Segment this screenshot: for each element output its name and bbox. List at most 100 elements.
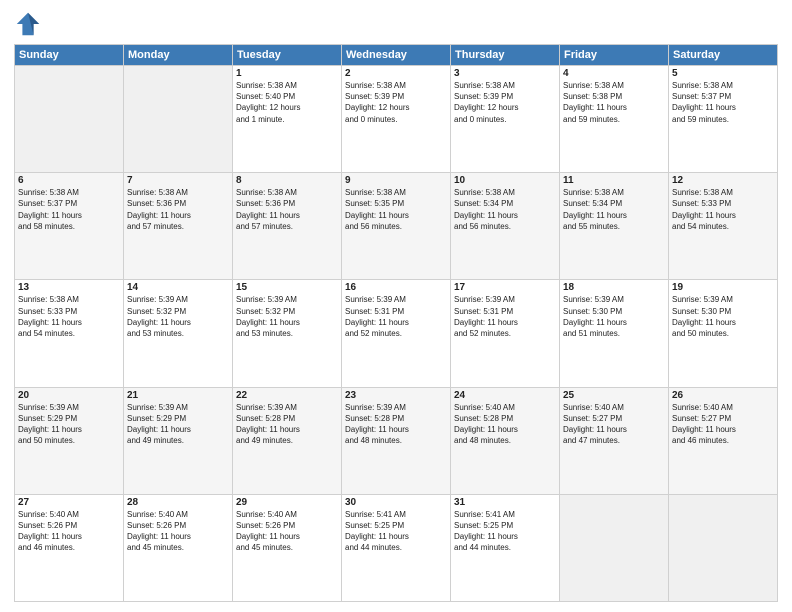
column-header-wednesday: Wednesday [342, 45, 451, 66]
day-number: 30 [345, 497, 447, 508]
day-info: Sunrise: 5:38 AM Sunset: 5:36 PM Dayligh… [127, 187, 229, 232]
calendar-cell: 30Sunrise: 5:41 AM Sunset: 5:25 PM Dayli… [342, 494, 451, 601]
day-number: 23 [345, 390, 447, 401]
day-info: Sunrise: 5:40 AM Sunset: 5:26 PM Dayligh… [18, 509, 120, 554]
day-number: 5 [672, 68, 774, 79]
calendar-cell: 21Sunrise: 5:39 AM Sunset: 5:29 PM Dayli… [124, 387, 233, 494]
day-number: 13 [18, 282, 120, 293]
day-number: 1 [236, 68, 338, 79]
day-info: Sunrise: 5:40 AM Sunset: 5:28 PM Dayligh… [454, 402, 556, 447]
calendar-cell: 17Sunrise: 5:39 AM Sunset: 5:31 PM Dayli… [451, 280, 560, 387]
day-number: 18 [563, 282, 665, 293]
day-info: Sunrise: 5:39 AM Sunset: 5:29 PM Dayligh… [18, 402, 120, 447]
calendar-cell: 5Sunrise: 5:38 AM Sunset: 5:37 PM Daylig… [669, 66, 778, 173]
calendar-cell: 14Sunrise: 5:39 AM Sunset: 5:32 PM Dayli… [124, 280, 233, 387]
calendar-cell: 26Sunrise: 5:40 AM Sunset: 5:27 PM Dayli… [669, 387, 778, 494]
column-header-tuesday: Tuesday [233, 45, 342, 66]
calendar-cell: 10Sunrise: 5:38 AM Sunset: 5:34 PM Dayli… [451, 173, 560, 280]
calendar-cell: 11Sunrise: 5:38 AM Sunset: 5:34 PM Dayli… [560, 173, 669, 280]
calendar-week-row: 13Sunrise: 5:38 AM Sunset: 5:33 PM Dayli… [15, 280, 778, 387]
calendar-cell: 15Sunrise: 5:39 AM Sunset: 5:32 PM Dayli… [233, 280, 342, 387]
day-info: Sunrise: 5:39 AM Sunset: 5:30 PM Dayligh… [563, 294, 665, 339]
day-number: 16 [345, 282, 447, 293]
day-info: Sunrise: 5:38 AM Sunset: 5:39 PM Dayligh… [454, 80, 556, 125]
calendar-cell: 18Sunrise: 5:39 AM Sunset: 5:30 PM Dayli… [560, 280, 669, 387]
column-header-thursday: Thursday [451, 45, 560, 66]
calendar-cell: 22Sunrise: 5:39 AM Sunset: 5:28 PM Dayli… [233, 387, 342, 494]
day-number: 15 [236, 282, 338, 293]
column-header-saturday: Saturday [669, 45, 778, 66]
calendar-cell: 20Sunrise: 5:39 AM Sunset: 5:29 PM Dayli… [15, 387, 124, 494]
day-number: 6 [18, 175, 120, 186]
calendar-cell: 25Sunrise: 5:40 AM Sunset: 5:27 PM Dayli… [560, 387, 669, 494]
day-info: Sunrise: 5:38 AM Sunset: 5:40 PM Dayligh… [236, 80, 338, 125]
day-number: 25 [563, 390, 665, 401]
day-number: 10 [454, 175, 556, 186]
day-number: 17 [454, 282, 556, 293]
day-info: Sunrise: 5:38 AM Sunset: 5:34 PM Dayligh… [563, 187, 665, 232]
day-number: 28 [127, 497, 229, 508]
calendar-cell [669, 494, 778, 601]
calendar-header-row: SundayMondayTuesdayWednesdayThursdayFrid… [15, 45, 778, 66]
column-header-sunday: Sunday [15, 45, 124, 66]
day-info: Sunrise: 5:40 AM Sunset: 5:27 PM Dayligh… [563, 402, 665, 447]
calendar-cell: 2Sunrise: 5:38 AM Sunset: 5:39 PM Daylig… [342, 66, 451, 173]
calendar-table: SundayMondayTuesdayWednesdayThursdayFrid… [14, 44, 778, 602]
logo [14, 10, 46, 38]
day-info: Sunrise: 5:40 AM Sunset: 5:26 PM Dayligh… [127, 509, 229, 554]
day-info: Sunrise: 5:38 AM Sunset: 5:38 PM Dayligh… [563, 80, 665, 125]
day-number: 19 [672, 282, 774, 293]
page: SundayMondayTuesdayWednesdayThursdayFrid… [0, 0, 792, 612]
day-info: Sunrise: 5:39 AM Sunset: 5:30 PM Dayligh… [672, 294, 774, 339]
calendar-cell: 7Sunrise: 5:38 AM Sunset: 5:36 PM Daylig… [124, 173, 233, 280]
calendar-cell: 23Sunrise: 5:39 AM Sunset: 5:28 PM Dayli… [342, 387, 451, 494]
day-info: Sunrise: 5:38 AM Sunset: 5:33 PM Dayligh… [18, 294, 120, 339]
day-number: 14 [127, 282, 229, 293]
day-number: 4 [563, 68, 665, 79]
calendar-cell: 13Sunrise: 5:38 AM Sunset: 5:33 PM Dayli… [15, 280, 124, 387]
day-number: 12 [672, 175, 774, 186]
day-info: Sunrise: 5:41 AM Sunset: 5:25 PM Dayligh… [345, 509, 447, 554]
day-info: Sunrise: 5:39 AM Sunset: 5:29 PM Dayligh… [127, 402, 229, 447]
day-number: 8 [236, 175, 338, 186]
calendar-cell: 3Sunrise: 5:38 AM Sunset: 5:39 PM Daylig… [451, 66, 560, 173]
column-header-monday: Monday [124, 45, 233, 66]
day-number: 22 [236, 390, 338, 401]
day-number: 31 [454, 497, 556, 508]
day-number: 21 [127, 390, 229, 401]
day-info: Sunrise: 5:38 AM Sunset: 5:35 PM Dayligh… [345, 187, 447, 232]
day-number: 29 [236, 497, 338, 508]
calendar-cell: 27Sunrise: 5:40 AM Sunset: 5:26 PM Dayli… [15, 494, 124, 601]
calendar-cell: 16Sunrise: 5:39 AM Sunset: 5:31 PM Dayli… [342, 280, 451, 387]
day-number: 26 [672, 390, 774, 401]
calendar-cell [15, 66, 124, 173]
day-number: 20 [18, 390, 120, 401]
calendar-cell: 9Sunrise: 5:38 AM Sunset: 5:35 PM Daylig… [342, 173, 451, 280]
day-info: Sunrise: 5:39 AM Sunset: 5:28 PM Dayligh… [236, 402, 338, 447]
day-number: 11 [563, 175, 665, 186]
calendar-week-row: 27Sunrise: 5:40 AM Sunset: 5:26 PM Dayli… [15, 494, 778, 601]
day-info: Sunrise: 5:38 AM Sunset: 5:39 PM Dayligh… [345, 80, 447, 125]
day-info: Sunrise: 5:38 AM Sunset: 5:34 PM Dayligh… [454, 187, 556, 232]
calendar-cell: 31Sunrise: 5:41 AM Sunset: 5:25 PM Dayli… [451, 494, 560, 601]
header [14, 10, 778, 38]
day-info: Sunrise: 5:39 AM Sunset: 5:31 PM Dayligh… [454, 294, 556, 339]
day-number: 27 [18, 497, 120, 508]
column-header-friday: Friday [560, 45, 669, 66]
day-number: 7 [127, 175, 229, 186]
day-info: Sunrise: 5:41 AM Sunset: 5:25 PM Dayligh… [454, 509, 556, 554]
day-number: 24 [454, 390, 556, 401]
day-info: Sunrise: 5:39 AM Sunset: 5:31 PM Dayligh… [345, 294, 447, 339]
logo-icon [14, 10, 42, 38]
day-info: Sunrise: 5:40 AM Sunset: 5:27 PM Dayligh… [672, 402, 774, 447]
calendar-cell [560, 494, 669, 601]
calendar-week-row: 20Sunrise: 5:39 AM Sunset: 5:29 PM Dayli… [15, 387, 778, 494]
day-info: Sunrise: 5:40 AM Sunset: 5:26 PM Dayligh… [236, 509, 338, 554]
calendar-cell: 24Sunrise: 5:40 AM Sunset: 5:28 PM Dayli… [451, 387, 560, 494]
calendar-cell: 19Sunrise: 5:39 AM Sunset: 5:30 PM Dayli… [669, 280, 778, 387]
calendar-cell: 12Sunrise: 5:38 AM Sunset: 5:33 PM Dayli… [669, 173, 778, 280]
day-number: 2 [345, 68, 447, 79]
calendar-cell: 4Sunrise: 5:38 AM Sunset: 5:38 PM Daylig… [560, 66, 669, 173]
day-info: Sunrise: 5:39 AM Sunset: 5:32 PM Dayligh… [127, 294, 229, 339]
calendar-week-row: 1Sunrise: 5:38 AM Sunset: 5:40 PM Daylig… [15, 66, 778, 173]
